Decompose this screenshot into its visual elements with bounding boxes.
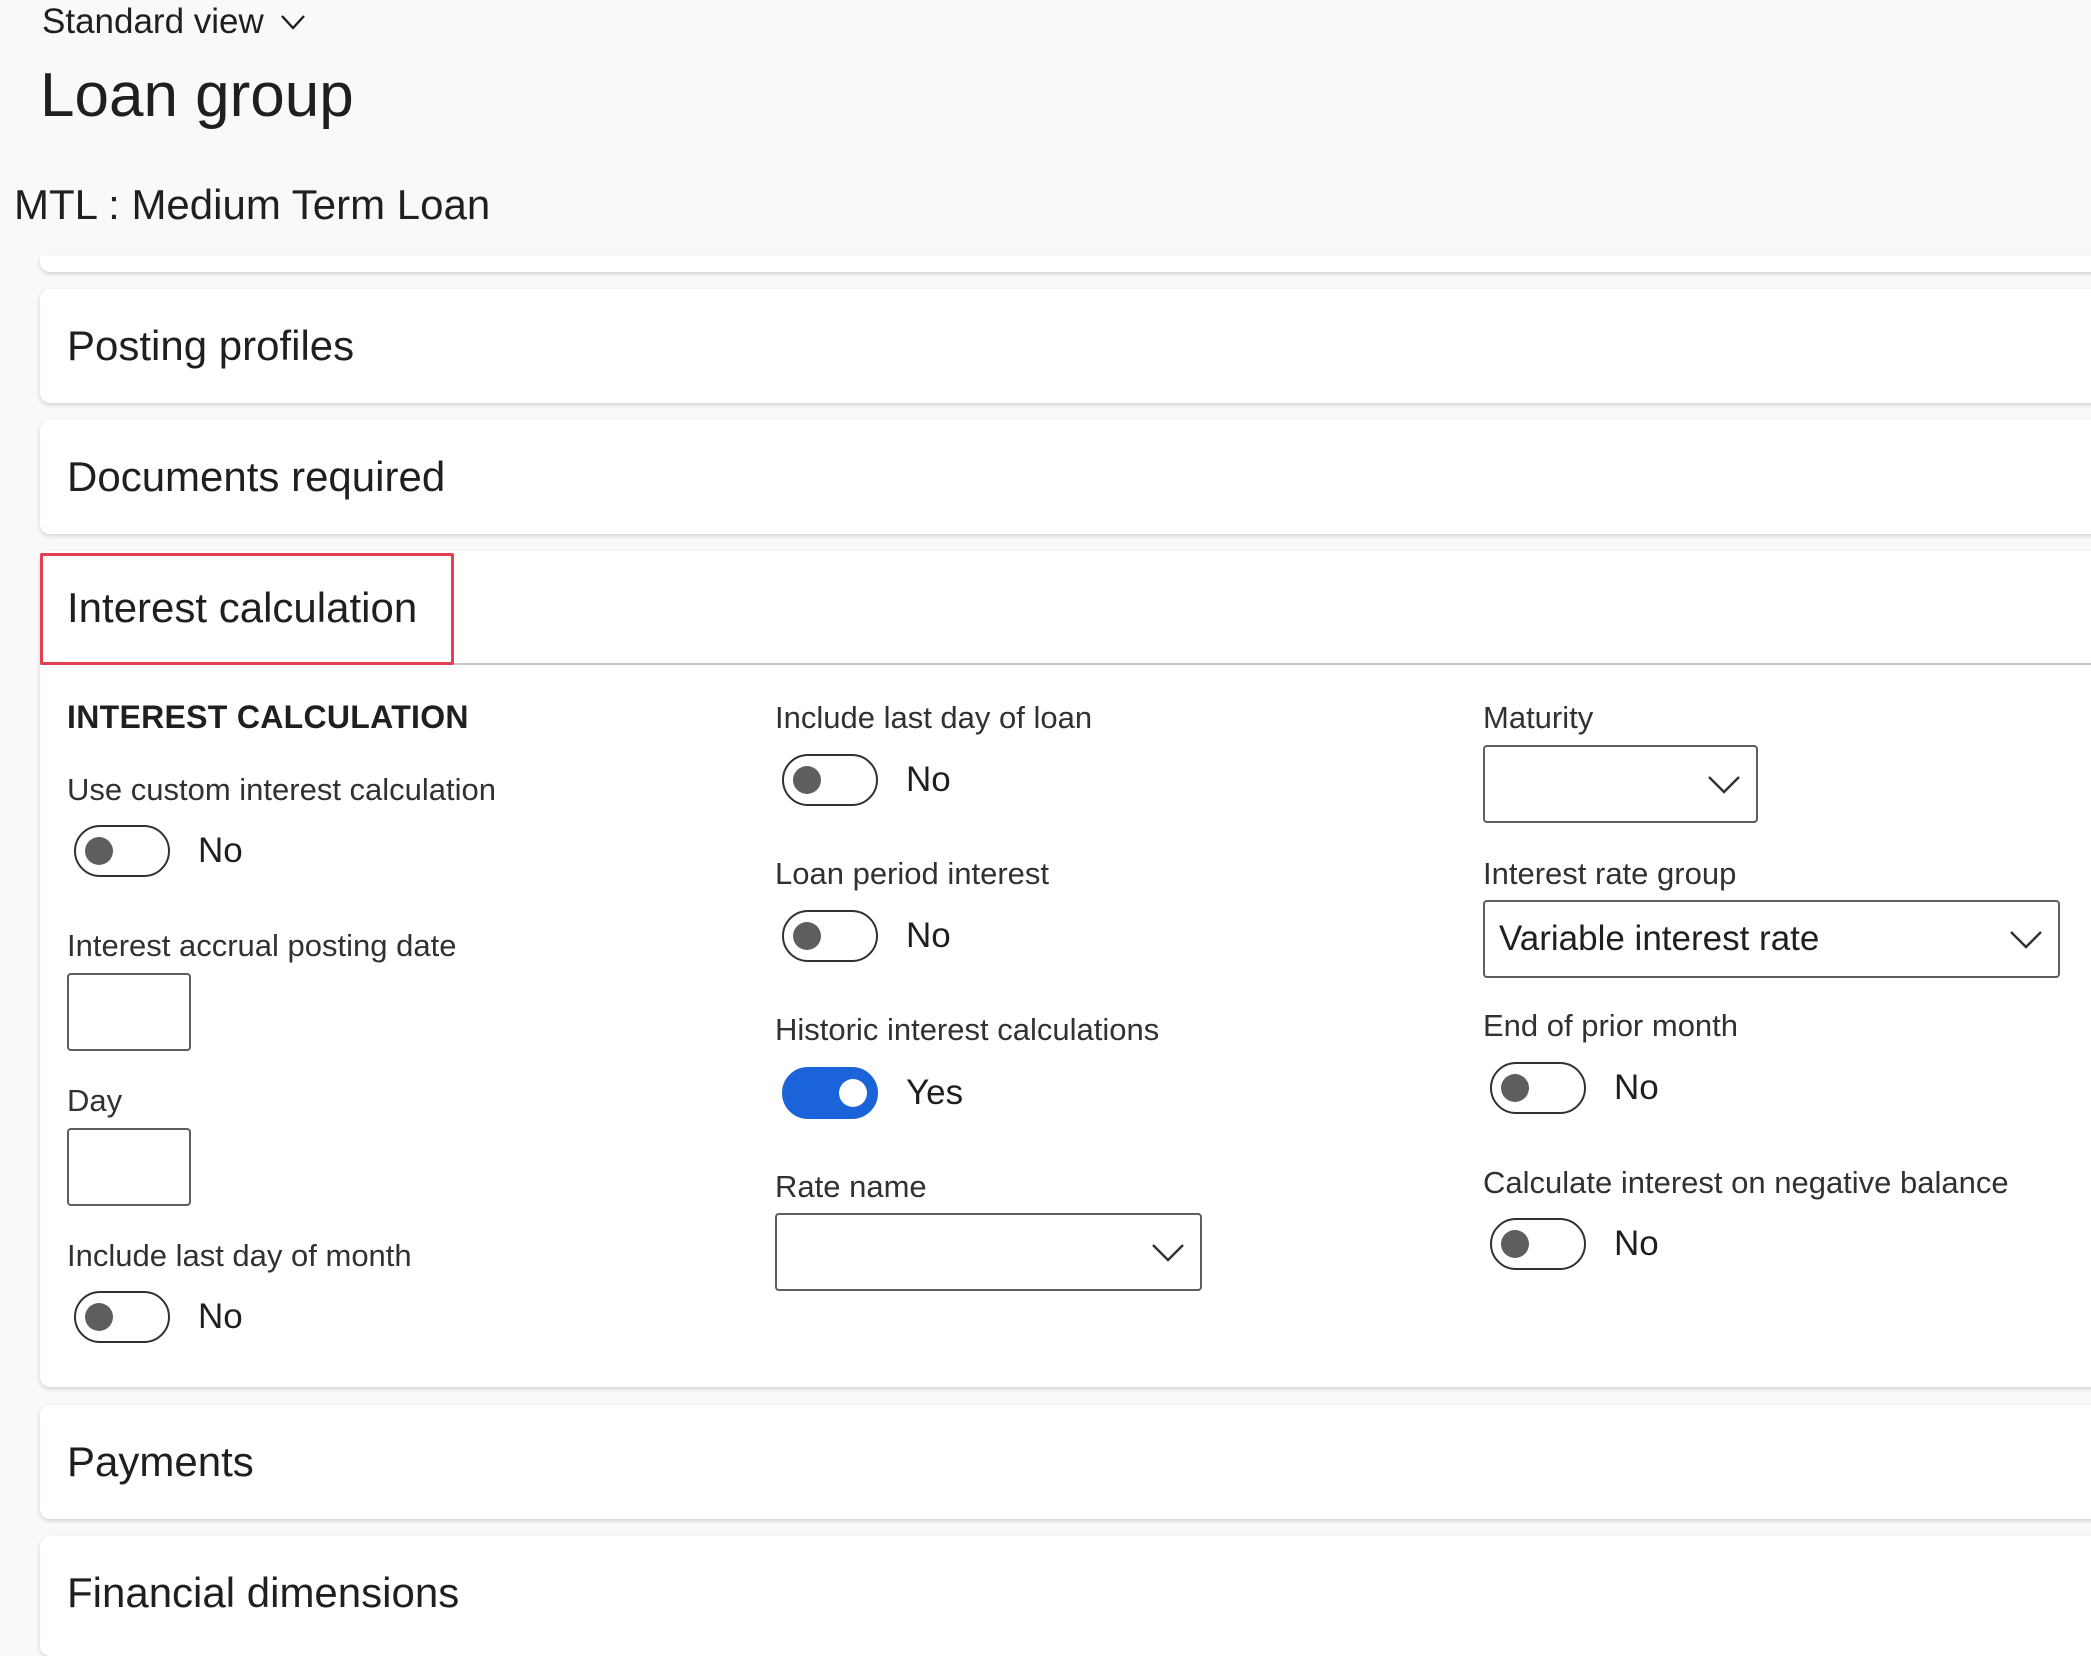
include-last-day-loan-value: No — [906, 760, 951, 799]
include-last-day-month-value: No — [198, 1297, 243, 1336]
maturity-label: Maturity — [1483, 700, 1594, 735]
toggle-knob — [1501, 1230, 1529, 1258]
historic-interest-calculations-toggle[interactable] — [782, 1067, 878, 1119]
fasttab-posting-profiles-header[interactable]: Posting profiles — [40, 289, 2091, 403]
view-selector-label: Standard view — [42, 2, 264, 41]
fasttab-documents-required-header[interactable]: Documents required — [40, 420, 2091, 534]
chevron-down-icon — [2010, 931, 2042, 949]
end-of-prior-month-value: No — [1614, 1068, 1659, 1107]
collapsed-fasttab-edge — [40, 256, 2091, 272]
use-custom-interest-toggle[interactable] — [74, 825, 170, 877]
fasttab-posting-profiles: Posting profiles — [40, 289, 2091, 403]
maturity-dropdown[interactable] — [1483, 745, 1758, 823]
rate-name-label: Rate name — [775, 1169, 927, 1204]
fasttab-interest-calculation: Interest calculation INTEREST CALCULATIO… — [40, 551, 2091, 1387]
include-last-day-month-field: No — [74, 1291, 243, 1343]
interest-rate-group-dropdown[interactable]: Variable interest rate — [1483, 900, 2060, 978]
end-of-prior-month-toggle[interactable] — [1490, 1062, 1586, 1114]
fasttab-financial-dimensions-header[interactable]: Financial dimensions — [40, 1536, 2091, 1650]
include-last-day-loan-toggle[interactable] — [782, 754, 878, 806]
day-input[interactable] — [67, 1128, 191, 1206]
negative-balance-field: No — [1490, 1218, 1659, 1270]
interest-accrual-posting-date-input[interactable] — [67, 973, 191, 1051]
include-last-day-loan-field: No — [782, 754, 951, 806]
interest-rate-group-value: Variable interest rate — [1499, 919, 1820, 958]
chevron-down-icon — [280, 15, 305, 30]
end-of-prior-month-field: No — [1490, 1062, 1659, 1114]
include-last-day-month-label: Include last day of month — [67, 1238, 412, 1273]
fasttab-interest-calculation-header-row: Interest calculation — [40, 551, 2091, 665]
fasttab-financial-dimensions: Financial dimensions — [40, 1536, 2091, 1656]
include-last-day-loan-label: Include last day of loan — [775, 700, 1093, 735]
toggle-knob — [1501, 1074, 1529, 1102]
group-title: INTEREST CALCULATION — [67, 699, 469, 735]
loan-period-interest-field: No — [782, 910, 951, 962]
interest-rate-group-label: Interest rate group — [1483, 856, 1737, 891]
negative-balance-toggle[interactable] — [1490, 1218, 1586, 1270]
toggle-knob — [85, 837, 113, 865]
view-selector[interactable]: Standard view — [42, 2, 308, 42]
fasttab-payments: Payments — [40, 1405, 2091, 1519]
toggle-knob — [85, 1303, 113, 1331]
page-title: Loan group — [40, 61, 354, 130]
historic-interest-calculations-label: Historic interest calculations — [775, 1012, 1160, 1047]
negative-balance-value: No — [1614, 1224, 1659, 1263]
loan-period-interest-toggle[interactable] — [782, 910, 878, 962]
day-label: Day — [67, 1083, 123, 1118]
record-title: MTL : Medium Term Loan — [14, 181, 491, 228]
chevron-down-icon — [1708, 776, 1740, 794]
use-custom-interest-value: No — [198, 831, 243, 870]
chevron-down-icon — [1152, 1244, 1184, 1262]
include-last-day-month-toggle[interactable] — [74, 1291, 170, 1343]
rate-name-dropdown[interactable] — [775, 1213, 1202, 1291]
toggle-knob — [793, 922, 821, 950]
end-of-prior-month-label: End of prior month — [1483, 1008, 1739, 1043]
fasttab-interest-calculation-header[interactable]: Interest calculation — [67, 551, 417, 665]
historic-interest-calculations-value: Yes — [906, 1073, 964, 1112]
use-custom-interest-field: No — [74, 825, 243, 877]
use-custom-interest-label: Use custom interest calculation — [67, 772, 497, 807]
loan-period-interest-value: No — [906, 916, 951, 955]
historic-interest-calculations-field: Yes — [782, 1067, 963, 1119]
fasttab-payments-header[interactable]: Payments — [40, 1405, 2091, 1519]
loan-period-interest-label: Loan period interest — [775, 856, 1050, 891]
toggle-knob — [793, 766, 821, 794]
fasttab-documents-required: Documents required — [40, 420, 2091, 534]
toggle-knob — [839, 1079, 867, 1107]
interest-accrual-posting-date-label: Interest accrual posting date — [67, 928, 457, 963]
negative-balance-label: Calculate interest on negative balance — [1483, 1165, 2009, 1200]
